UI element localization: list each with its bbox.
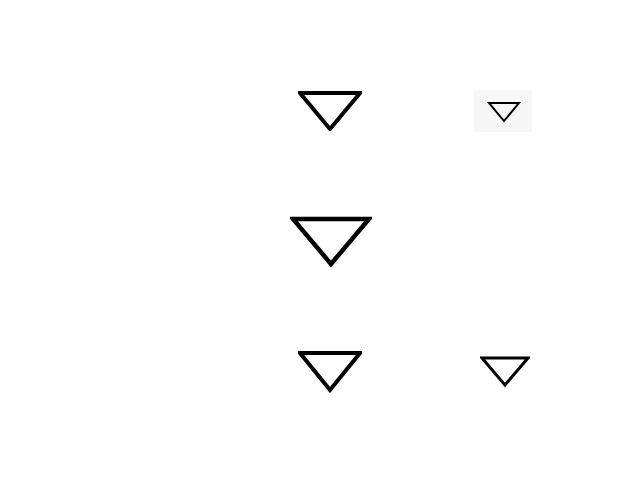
chevron-down-icon [480, 356, 530, 388]
chevron-down-icon [487, 102, 521, 123]
icon-canvas [0, 0, 640, 480]
chevron-down-icon [290, 216, 372, 268]
chevron-down-icon [298, 351, 362, 393]
chevron-down-icon [298, 91, 362, 131]
